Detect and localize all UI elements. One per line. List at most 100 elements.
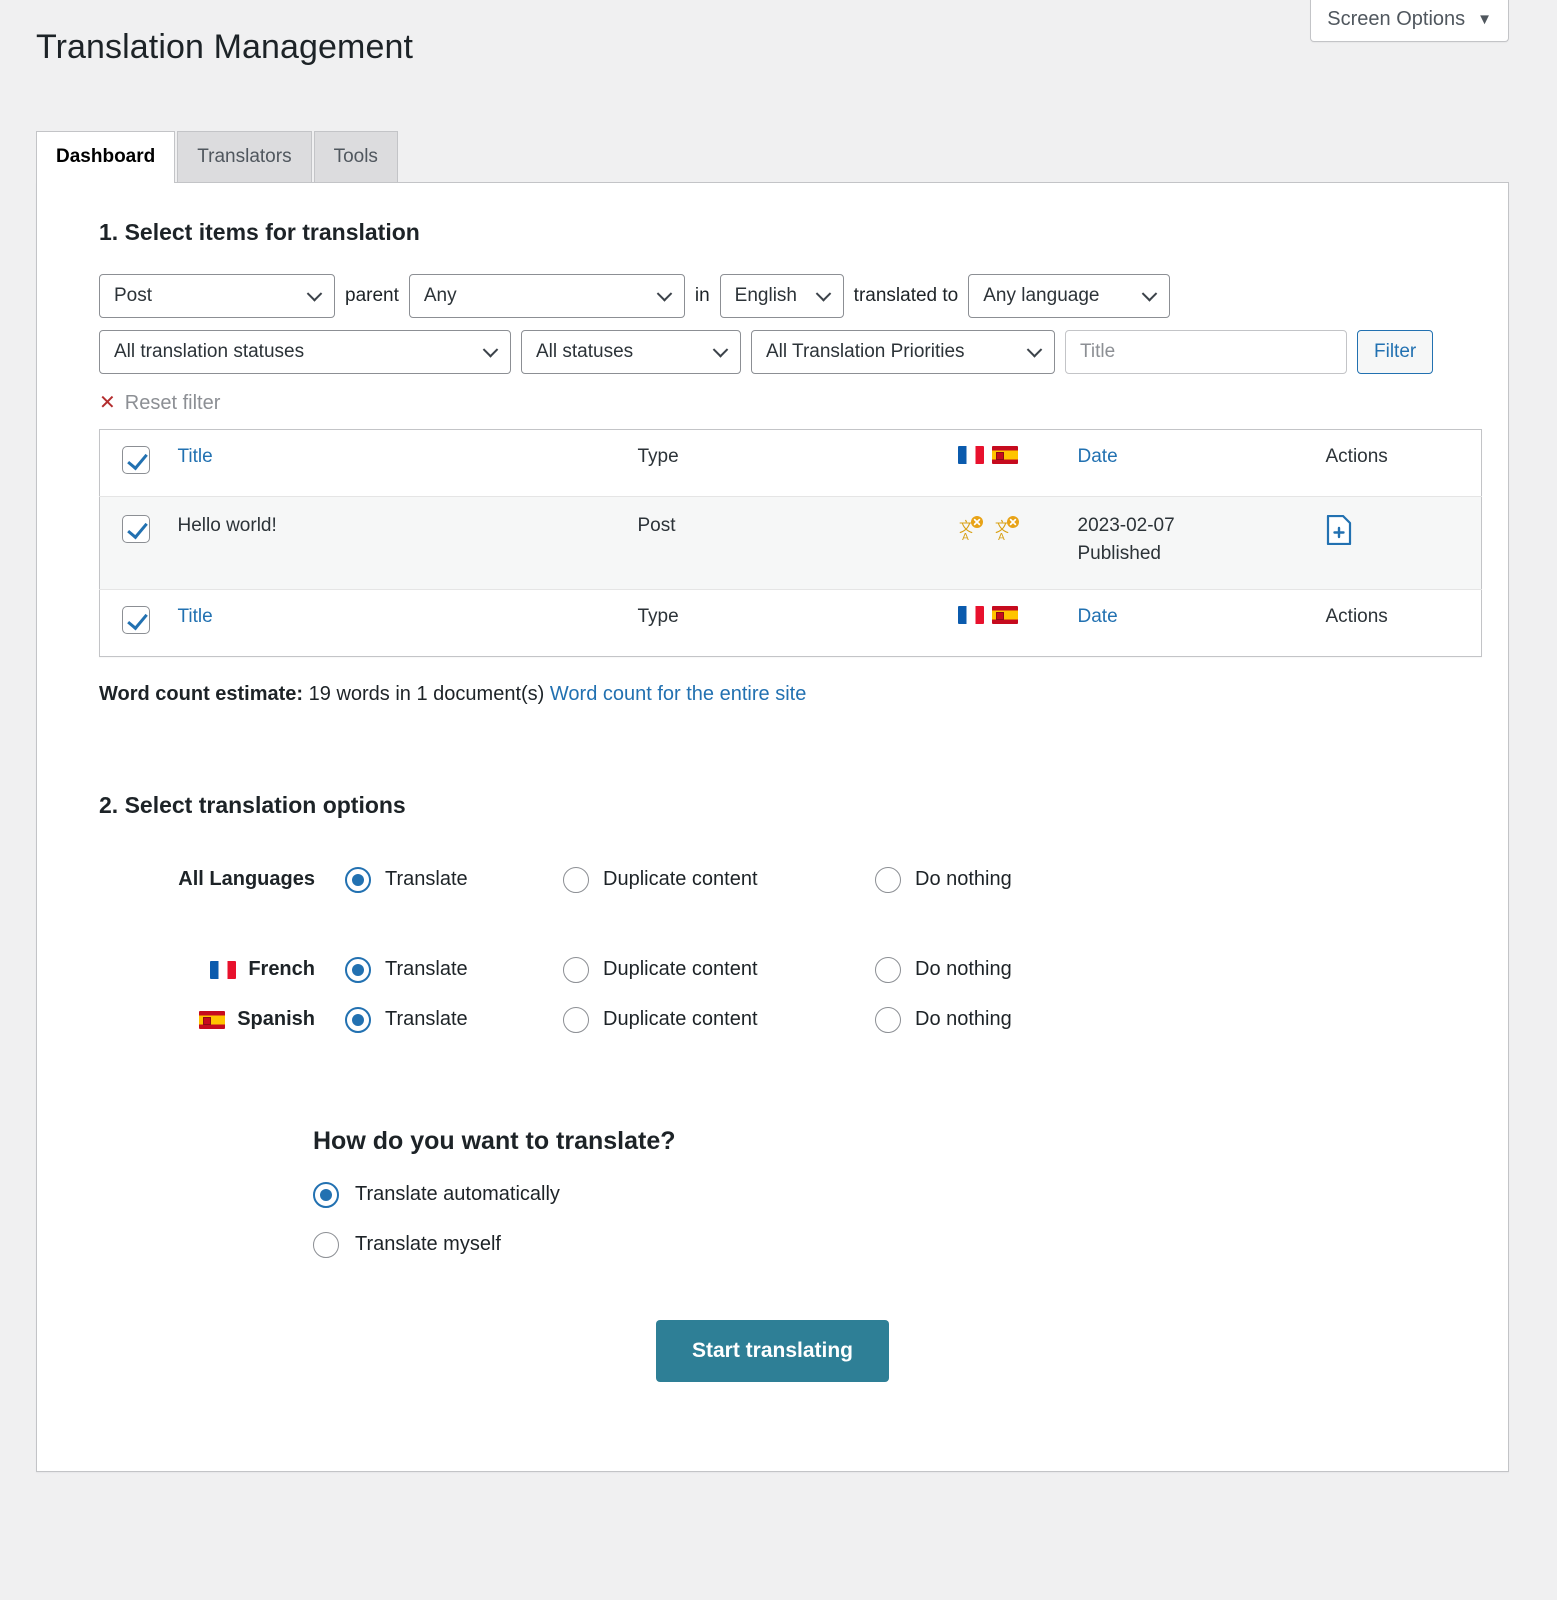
translation-items-table: Title Type Date Actions Hello world! Pos… [99, 429, 1482, 657]
step2-title: 2. Select translation options [99, 792, 1482, 819]
close-icon: ✕ [99, 393, 116, 413]
spanish-duplicate-option[interactable]: Duplicate content [563, 1007, 875, 1033]
select-all-checkbox-bottom[interactable] [122, 606, 150, 634]
translate-automatically-option[interactable]: Translate automatically [313, 1182, 560, 1208]
dashboard-panel: 1. Select items for translation Post par… [36, 182, 1509, 1472]
french-translate-radio[interactable] [345, 957, 371, 983]
french-donothing-radio[interactable] [875, 957, 901, 983]
all-duplicate-option[interactable]: Duplicate content [563, 867, 875, 893]
row-actions-cell [1296, 496, 1482, 589]
parent-select[interactable]: Any [409, 274, 685, 318]
french-flag-icon-option [210, 961, 236, 979]
start-button-wrap: Start translating [63, 1320, 1482, 1382]
language-name-all: All Languages [178, 868, 315, 891]
column-header-date-bottom[interactable]: Date [1078, 606, 1118, 627]
language-name-french: French [248, 958, 315, 981]
row-date: 2023-02-07 [1078, 515, 1175, 536]
row-title[interactable]: Hello world! [166, 496, 626, 589]
title-search-input[interactable] [1065, 330, 1347, 374]
spanish-duplicate-radio[interactable] [563, 1007, 589, 1033]
row-checkbox[interactable] [122, 515, 150, 543]
reset-filter-link[interactable]: ✕ Reset filter [99, 392, 220, 415]
how-translate-title: How do you want to translate? [313, 1127, 1482, 1156]
spanish-translate-option[interactable]: Translate [345, 1007, 563, 1033]
screen-options-button[interactable]: Screen Options ▼ [1310, 0, 1509, 42]
language-name-spanish: Spanish [237, 1008, 315, 1031]
column-header-type-bottom: Type [626, 589, 946, 656]
parent-label: parent [345, 285, 399, 307]
spanish-flag-icon-option [199, 1011, 225, 1029]
language-label-spanish: Spanish [99, 1008, 345, 1031]
column-header-title-top[interactable]: Title [178, 446, 213, 467]
spanish-donothing-option[interactable]: Do nothing [875, 1007, 1012, 1033]
french-translate-option[interactable]: Translate [345, 957, 563, 983]
all-donothing-label: Do nothing [915, 868, 1012, 891]
language-label-all: All Languages [99, 868, 345, 891]
select-all-cell [100, 429, 166, 496]
parent-value: Any [424, 285, 457, 307]
screen-options-label: Screen Options [1327, 9, 1465, 29]
all-donothing-radio[interactable] [875, 867, 901, 893]
french-flag-icon [958, 446, 984, 464]
spanish-translate-label: Translate [385, 1008, 468, 1031]
start-translating-button[interactable]: Start translating [656, 1320, 889, 1382]
spanish-donothing-radio[interactable] [875, 1007, 901, 1033]
all-translate-option[interactable]: Translate [345, 867, 563, 893]
translate-automatically-label: Translate automatically [355, 1183, 560, 1206]
translate-myself-radio[interactable] [313, 1232, 339, 1258]
column-header-actions-top: Actions [1296, 429, 1482, 496]
language-row-all: All Languages Translate Duplicate conten… [99, 867, 1482, 893]
french-duplicate-label: Duplicate content [603, 958, 758, 981]
row-translation-status-cell: 文 A 文 A [946, 496, 1066, 589]
tab-tools[interactable]: Tools [314, 131, 398, 182]
post-type-select[interactable]: Post [99, 274, 335, 318]
spanish-donothing-label: Do nothing [915, 1008, 1012, 1031]
post-type-value: Post [114, 285, 152, 307]
translation-status-value: All translation statuses [114, 341, 304, 363]
status-value: All statuses [536, 341, 633, 363]
column-header-type-top: Type [626, 429, 946, 496]
all-translate-radio[interactable] [345, 867, 371, 893]
header-flags-cell-top [946, 429, 1066, 496]
french-duplicate-option[interactable]: Duplicate content [563, 957, 875, 983]
select-all-checkbox-top[interactable] [122, 446, 150, 474]
column-header-actions-bottom: Actions [1296, 589, 1482, 656]
spanish-translate-radio[interactable] [345, 1007, 371, 1033]
french-donothing-option[interactable]: Do nothing [875, 957, 1012, 983]
french-translate-label: Translate [385, 958, 468, 981]
all-translate-label: Translate [385, 868, 468, 891]
tab-dashboard[interactable]: Dashboard [36, 131, 175, 183]
source-language-value: English [735, 285, 797, 307]
word-count-value: 19 words in 1 document(s) [309, 683, 545, 705]
footer-date-cell: Date [1066, 589, 1296, 656]
in-label: in [695, 285, 710, 307]
column-header-date-top[interactable]: Date [1078, 446, 1118, 467]
target-language-select[interactable]: Any language [968, 274, 1170, 318]
all-donothing-option[interactable]: Do nothing [875, 867, 1012, 893]
all-duplicate-radio[interactable] [563, 867, 589, 893]
translation-status-select[interactable]: All translation statuses [99, 330, 511, 374]
tab-bar: Dashboard Translators Tools [36, 131, 1557, 182]
language-options-table: All Languages Translate Duplicate conten… [99, 867, 1482, 1033]
add-translation-icon[interactable] [1326, 515, 1352, 551]
translation-priority-value: All Translation Priorities [766, 341, 965, 363]
language-row-spanish: Spanish Translate Duplicate content Do n… [99, 1007, 1482, 1033]
translation-priority-select[interactable]: All Translation Priorities [751, 330, 1055, 374]
word-count-site-link[interactable]: Word count for the entire site [550, 683, 806, 705]
translate-automatically-radio[interactable] [313, 1182, 339, 1208]
french-donothing-label: Do nothing [915, 958, 1012, 981]
row-select-cell [100, 496, 166, 589]
tab-translators[interactable]: Translators [177, 131, 311, 182]
filter-row-secondary: All translation statuses All statuses Al… [99, 330, 1482, 374]
french-duplicate-radio[interactable] [563, 957, 589, 983]
translate-myself-option[interactable]: Translate myself [313, 1232, 501, 1258]
not-translated-icon-french: 文 A [958, 515, 984, 541]
status-select[interactable]: All statuses [521, 330, 741, 374]
source-language-select[interactable]: English [720, 274, 844, 318]
column-header-title-bottom[interactable]: Title [178, 606, 213, 627]
translate-myself-label: Translate myself [355, 1233, 501, 1256]
svg-text:A: A [962, 532, 969, 541]
header-date-cell-top: Date [1066, 429, 1296, 496]
step1-title: 1. Select items for translation [99, 219, 1482, 246]
filter-button[interactable]: Filter [1357, 330, 1433, 374]
